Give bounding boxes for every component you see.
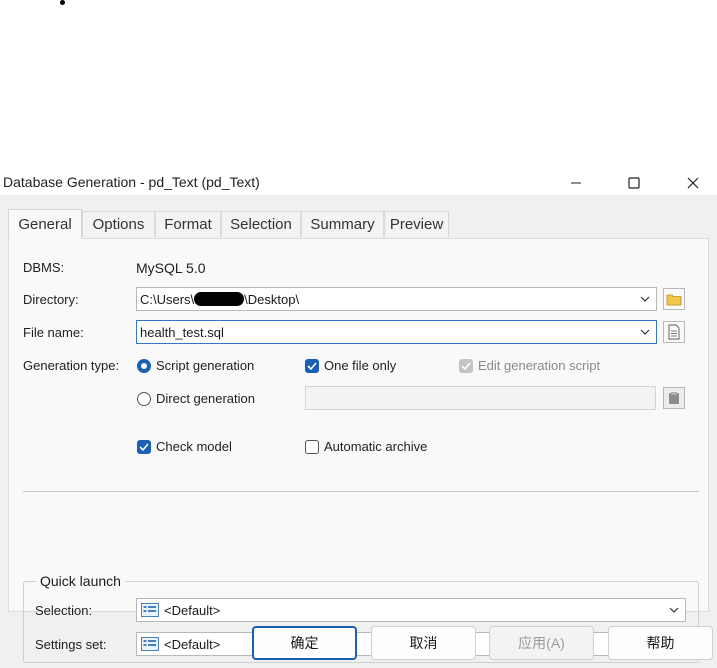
filename-value: health_test.sql bbox=[140, 325, 224, 340]
selection-value: <Default> bbox=[164, 603, 221, 618]
checkmark-icon bbox=[307, 362, 317, 371]
automatic-archive-checkbox[interactable] bbox=[305, 440, 319, 454]
one-file-only-label[interactable]: One file only bbox=[324, 358, 396, 373]
directory-label: Directory: bbox=[23, 292, 79, 307]
apply-button[interactable]: 应用(A) bbox=[489, 626, 594, 660]
checkmark-icon bbox=[139, 443, 149, 452]
automatic-archive-label[interactable]: Automatic archive bbox=[324, 439, 427, 454]
direct-generation-label[interactable]: Direct generation bbox=[156, 391, 255, 406]
folder-icon bbox=[666, 294, 682, 306]
cancel-button[interactable]: 取消 bbox=[371, 626, 476, 660]
direct-generation-radio[interactable] bbox=[137, 392, 151, 406]
tab-general[interactable]: General bbox=[8, 209, 82, 239]
maximize-icon bbox=[628, 177, 640, 189]
close-button[interactable] bbox=[670, 171, 716, 195]
data-source-button bbox=[663, 387, 685, 409]
selection-label: Selection: bbox=[35, 603, 93, 618]
chevron-down-icon bbox=[640, 296, 650, 302]
chevron-down-icon bbox=[640, 329, 650, 335]
title-bar: Database Generation - pd_Text (pd_Text) bbox=[0, 171, 717, 195]
help-button[interactable]: 帮助 bbox=[608, 626, 713, 660]
check-model-label[interactable]: Check model bbox=[156, 439, 232, 454]
filename-combo[interactable]: health_test.sql bbox=[136, 320, 657, 344]
browse-folder-button[interactable] bbox=[663, 288, 685, 310]
general-panel: DBMS: MySQL 5.0 Directory: C:\Users\ \Des… bbox=[8, 238, 709, 663]
tab-preview[interactable]: Preview bbox=[384, 211, 449, 237]
data-source-field bbox=[305, 386, 656, 410]
settings-set-value: <Default> bbox=[164, 637, 221, 652]
tab-summary[interactable]: Summary bbox=[301, 211, 384, 237]
script-generation-label[interactable]: Script generation bbox=[156, 358, 254, 373]
minimize-button[interactable] bbox=[553, 171, 599, 195]
settings-set-label: Settings set: bbox=[35, 637, 107, 652]
check-model-checkbox[interactable] bbox=[137, 440, 151, 454]
section-divider bbox=[23, 491, 699, 492]
directory-combo[interactable]: C:\Users\ \Desktop\ bbox=[136, 287, 657, 311]
edit-generation-script-label: Edit generation script bbox=[478, 358, 601, 373]
generation-type-label: Generation type: bbox=[23, 358, 120, 373]
list-icon bbox=[141, 603, 159, 617]
dbms-value: MySQL 5.0 bbox=[136, 260, 206, 276]
maximize-button[interactable] bbox=[611, 171, 657, 195]
window-title: Database Generation - pd_Text (pd_Text) bbox=[3, 174, 260, 190]
tab-options[interactable]: Options bbox=[82, 211, 155, 237]
tab-format[interactable]: Format bbox=[155, 211, 221, 237]
redacted-username bbox=[194, 292, 245, 306]
checkmark-icon bbox=[461, 362, 471, 371]
tab-selection[interactable]: Selection bbox=[221, 211, 301, 237]
database-generation-dialog: Database Generation - pd_Text (pd_Text) … bbox=[0, 171, 717, 668]
script-generation-radio[interactable] bbox=[137, 359, 151, 373]
database-icon bbox=[669, 392, 679, 404]
list-bullet bbox=[60, 0, 65, 5]
ok-button[interactable]: 确定 bbox=[252, 626, 357, 660]
one-file-only-checkbox[interactable] bbox=[305, 359, 319, 373]
edit-generation-script-checkbox[interactable] bbox=[459, 359, 473, 373]
dbms-label: DBMS: bbox=[23, 260, 65, 275]
chevron-down-icon bbox=[669, 607, 679, 613]
selection-combo[interactable]: <Default> bbox=[136, 598, 686, 622]
close-icon bbox=[687, 177, 699, 189]
document-icon bbox=[668, 324, 680, 340]
filename-label: File name: bbox=[23, 325, 84, 340]
browse-file-button[interactable] bbox=[663, 321, 685, 343]
minimize-icon bbox=[571, 182, 581, 184]
list-icon bbox=[141, 637, 159, 651]
directory-value: C:\Users\ \Desktop\ bbox=[140, 292, 300, 307]
quick-launch-title: Quick launch bbox=[36, 573, 125, 589]
